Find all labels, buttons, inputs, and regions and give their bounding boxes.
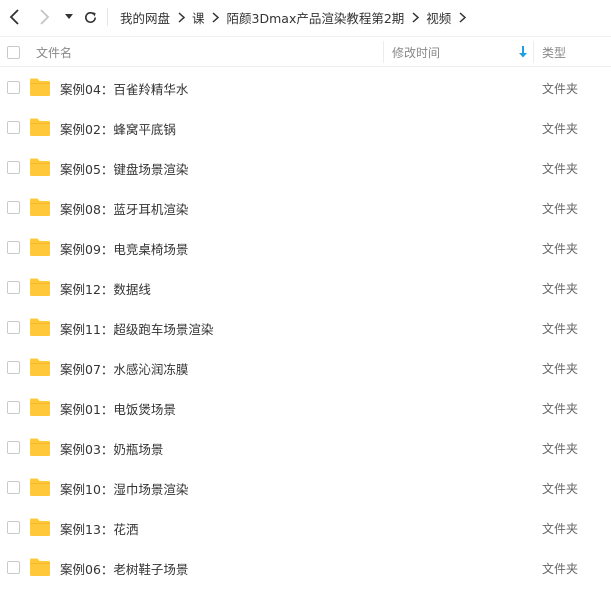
row-checkbox[interactable]	[7, 241, 20, 257]
row-checkbox[interactable]	[7, 561, 20, 577]
folder-icon	[30, 78, 50, 96]
chevron-left-icon	[9, 9, 19, 25]
file-type: 文件夹	[542, 321, 579, 336]
chevron-right-icon	[40, 9, 50, 25]
row-checkbox[interactable]	[7, 521, 20, 537]
file-type: 文件夹	[542, 361, 579, 376]
folder-icon	[30, 358, 50, 376]
caret-down-icon	[65, 14, 73, 19]
history-dropdown-button[interactable]	[62, 6, 76, 28]
file-name[interactable]: 案例02：蜂窝平底锅	[60, 108, 176, 148]
file-type: 文件夹	[542, 161, 579, 176]
file-row[interactable]: 案例05：键盘场景渲染 文件夹	[0, 148, 611, 188]
file-name[interactable]: 案例03：奶瓶场景	[60, 428, 163, 468]
file-row[interactable]: 案例01：电饭煲场景 文件夹	[0, 388, 611, 428]
file-name[interactable]: 案例13：花洒	[60, 508, 138, 548]
file-name[interactable]: 案例08：蓝牙耳机渲染	[60, 188, 188, 228]
folder-icon	[30, 558, 50, 576]
row-checkbox[interactable]	[7, 161, 20, 177]
back-button[interactable]	[4, 6, 26, 28]
sort-descending-icon[interactable]	[518, 46, 528, 58]
row-checkbox[interactable]	[7, 481, 20, 497]
file-name[interactable]: 案例12：数据线	[60, 268, 151, 308]
breadcrumb-separator-icon	[205, 0, 227, 34]
file-row[interactable]: 案例04：百雀羚精华水 文件夹	[0, 68, 611, 108]
file-row[interactable]: 案例08：蓝牙耳机渲染 文件夹	[0, 188, 611, 228]
file-list-header: 文件名 修改时间 类型	[0, 36, 611, 67]
file-type: 文件夹	[542, 81, 579, 96]
row-checkbox[interactable]	[7, 201, 20, 217]
column-header-modified[interactable]: 修改时间	[392, 37, 440, 67]
row-checkbox[interactable]	[7, 281, 20, 297]
folder-icon	[30, 478, 50, 496]
file-type: 文件夹	[542, 401, 579, 416]
breadcrumb: 我的网盘 课 陌颜3Dmax产品渲染教程第2期 视频	[120, 0, 473, 34]
file-type: 文件夹	[542, 201, 579, 216]
select-all-checkbox[interactable]	[7, 37, 20, 67]
file-type: 文件夹	[542, 441, 579, 456]
nav-divider	[107, 8, 108, 26]
column-divider[interactable]	[533, 41, 534, 63]
file-row[interactable]: 案例03：奶瓶场景 文件夹	[0, 428, 611, 468]
file-type: 文件夹	[542, 481, 579, 496]
folder-icon	[30, 158, 50, 176]
breadcrumb-separator-icon	[170, 0, 192, 34]
file-type: 文件夹	[542, 281, 579, 296]
folder-icon	[30, 278, 50, 296]
row-checkbox[interactable]	[7, 121, 20, 137]
breadcrumb-item-root[interactable]: 我的网盘	[120, 8, 170, 27]
breadcrumb-expand-icon[interactable]	[451, 0, 473, 34]
file-name[interactable]: 案例11：超级跑车场景渲染	[60, 308, 213, 348]
file-name[interactable]: 案例10：湿巾场景渲染	[60, 468, 188, 508]
file-name[interactable]: 案例01：电饭煲场景	[60, 388, 176, 428]
column-divider[interactable]	[383, 41, 384, 63]
row-checkbox[interactable]	[7, 401, 20, 417]
folder-icon	[30, 238, 50, 256]
folder-icon	[30, 398, 50, 416]
file-name[interactable]: 案例09：电竞桌椅场景	[60, 228, 188, 268]
file-name[interactable]: 案例05：键盘场景渲染	[60, 148, 188, 188]
refresh-icon	[84, 11, 96, 23]
file-row[interactable]: 案例09：电竞桌椅场景 文件夹	[0, 228, 611, 268]
file-row[interactable]: 案例11：超级跑车场景渲染 文件夹	[0, 308, 611, 348]
file-name[interactable]: 案例04：百雀羚精华水	[60, 68, 188, 108]
file-type: 文件夹	[542, 121, 579, 136]
column-header-name[interactable]: 文件名	[36, 37, 72, 67]
file-type: 文件夹	[542, 241, 579, 256]
column-header-type[interactable]: 类型	[542, 37, 566, 67]
file-row[interactable]: 案例02：蜂窝平底锅 文件夹	[0, 108, 611, 148]
row-checkbox[interactable]	[7, 441, 20, 457]
folder-icon	[30, 318, 50, 336]
file-type: 文件夹	[542, 521, 579, 536]
navigation-bar: 我的网盘 课 陌颜3Dmax产品渲染教程第2期 视频	[0, 0, 611, 34]
file-row[interactable]: 案例10：湿巾场景渲染 文件夹	[0, 468, 611, 508]
row-checkbox[interactable]	[7, 321, 20, 337]
folder-icon	[30, 518, 50, 536]
folder-icon	[30, 198, 50, 216]
folder-icon	[30, 438, 50, 456]
breadcrumb-item-tutorial[interactable]: 陌颜3Dmax产品渲染教程第2期	[227, 8, 405, 27]
file-row[interactable]: 案例13：花洒 文件夹	[0, 508, 611, 548]
file-row[interactable]: 案例06：老树鞋子场景 文件夹	[0, 548, 611, 588]
row-checkbox[interactable]	[7, 361, 20, 377]
file-name[interactable]: 案例06：老树鞋子场景	[60, 548, 188, 588]
forward-button[interactable]	[33, 6, 55, 28]
breadcrumb-separator-icon	[404, 0, 426, 34]
breadcrumb-item-video[interactable]: 视频	[426, 8, 451, 27]
refresh-button[interactable]	[80, 6, 100, 28]
row-checkbox[interactable]	[7, 81, 20, 97]
breadcrumb-item-course[interactable]: 课	[192, 8, 205, 27]
file-name[interactable]: 案例07：水感沁润冻膜	[60, 348, 188, 388]
file-row[interactable]: 案例12：数据线 文件夹	[0, 268, 611, 308]
folder-icon	[30, 118, 50, 136]
file-type: 文件夹	[542, 561, 579, 576]
file-row[interactable]: 案例07：水感沁润冻膜 文件夹	[0, 348, 611, 388]
